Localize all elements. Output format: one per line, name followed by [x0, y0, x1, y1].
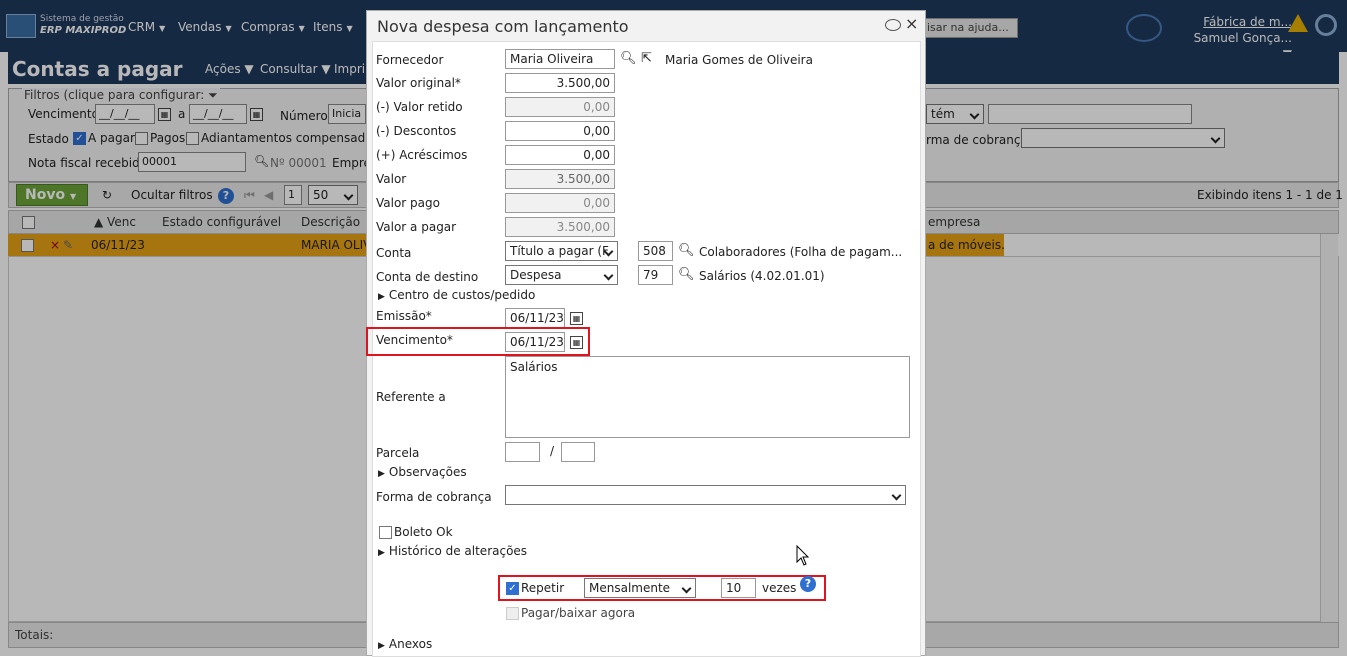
- vencimento-label: Vencimento*: [376, 333, 453, 347]
- acrescimos-input[interactable]: 0,00: [505, 145, 615, 165]
- forma-cobranca-select[interactable]: [505, 485, 906, 505]
- fornecedor-label: Fornecedor: [376, 53, 444, 67]
- pagar-agora-checkbox[interactable]: Pagar/baixar agora: [506, 606, 635, 620]
- caret-right-icon: ▶: [378, 548, 385, 558]
- referente-label: Referente a: [376, 390, 446, 404]
- emissao-input[interactable]: 06/11/23: [505, 308, 565, 328]
- forma-cobranca-label: Forma de cobrança: [376, 490, 492, 504]
- repetir-checkbox[interactable]: ✓ Repetir: [506, 581, 564, 595]
- emissao-label: Emissão*: [376, 309, 432, 323]
- help-icon[interactable]: ?: [800, 576, 816, 592]
- centro-custos-toggle[interactable]: ▶ Centro de custos/pedido: [378, 288, 535, 302]
- caret-right-icon: ▶: [378, 469, 385, 479]
- descontos-input[interactable]: 0,00: [505, 121, 615, 141]
- caret-right-icon: ▶: [378, 641, 385, 651]
- close-icon[interactable]: ×: [905, 14, 918, 33]
- parcela-num-input[interactable]: [505, 442, 540, 462]
- descontos-label: (-) Descontos: [376, 124, 457, 138]
- fornecedor-input[interactable]: Maria Oliveira: [505, 49, 615, 69]
- checkbox-checked-icon[interactable]: ✓: [506, 582, 519, 595]
- conta-code-input[interactable]: 508: [638, 241, 673, 261]
- parcela-total-input[interactable]: [561, 442, 595, 462]
- valor-a-pagar-input: 3.500,00: [505, 217, 615, 237]
- calendar-icon[interactable]: ▦: [570, 336, 583, 349]
- boleto-ok-checkbox[interactable]: Boleto Ok: [379, 525, 453, 539]
- anexos-toggle[interactable]: ▶ Anexos: [378, 637, 432, 651]
- conta-select[interactable]: Título a pagar (F: [505, 241, 618, 261]
- conta-destino-code-input[interactable]: 79: [638, 265, 673, 285]
- valor-original-input[interactable]: 3.500,00: [505, 73, 615, 93]
- search-icon[interactable]: 🔍︎: [620, 51, 637, 66]
- observacoes-toggle[interactable]: ▶ Observações: [378, 465, 467, 479]
- parcela-separator: /: [550, 444, 555, 458]
- repetir-qtd-input[interactable]: 10: [721, 578, 756, 598]
- external-link-icon[interactable]: ⇱: [641, 51, 652, 66]
- valor-pago-input: 0,00: [505, 193, 615, 213]
- parcela-label: Parcela: [376, 446, 420, 460]
- comment-icon[interactable]: [885, 19, 901, 31]
- historico-toggle[interactable]: ▶ Histórico de alterações: [378, 544, 527, 558]
- checkbox-icon[interactable]: [379, 526, 392, 539]
- search-icon[interactable]: 🔍︎: [678, 243, 695, 258]
- vencimento-input[interactable]: 06/11/23: [505, 332, 565, 352]
- valor-retido-input[interactable]: 0,00: [505, 97, 615, 117]
- calendar-icon[interactable]: ▦: [570, 312, 583, 325]
- valor-a-pagar-label: Valor a pagar: [376, 220, 457, 234]
- valor-label: Valor: [376, 172, 407, 186]
- repetir-frequency-select[interactable]: Mensalmente: [584, 578, 696, 598]
- checkbox-icon[interactable]: [506, 607, 519, 620]
- conta-destino-label: Conta de destino: [376, 270, 479, 284]
- mouse-cursor-icon: [796, 545, 810, 566]
- valor-retido-label: (-) Valor retido: [376, 100, 463, 114]
- vezes-label: vezes: [762, 581, 797, 595]
- conta-destino-select[interactable]: Despesa: [505, 265, 618, 285]
- referente-textarea[interactable]: Salários: [505, 356, 910, 438]
- acrescimos-label: (+) Acréscimos: [376, 148, 468, 162]
- conta-destino-desc: Salários (4.02.01.01): [699, 269, 825, 283]
- valor-input: 3.500,00: [505, 169, 615, 189]
- valor-pago-label: Valor pago: [376, 196, 440, 210]
- search-icon[interactable]: 🔍︎: [678, 267, 695, 282]
- conta-label: Conta: [376, 246, 412, 260]
- valor-original-label: Valor original*: [376, 76, 461, 90]
- dialog-title: Nova despesa com lançamento: [377, 17, 629, 36]
- conta-desc: Colaboradores (Folha de pagam...: [699, 245, 903, 259]
- caret-right-icon: ▶: [378, 292, 385, 302]
- fornecedor-link[interactable]: Maria Gomes de Oliveira: [665, 53, 813, 67]
